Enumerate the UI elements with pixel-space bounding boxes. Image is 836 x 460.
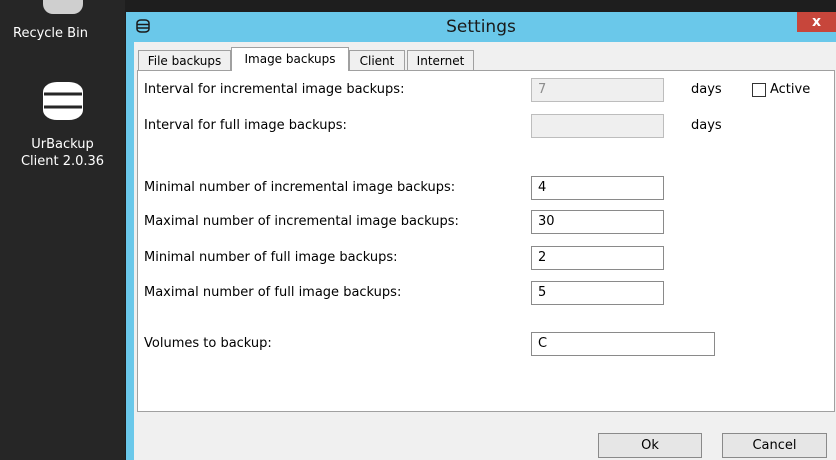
full-interval-field[interactable] [531,114,664,138]
image-backups-panel: Interval for incremental image backups: … [137,70,835,412]
min-full-label: Minimal number of full image backups: [144,250,398,265]
incr-interval-label: Interval for incremental image backups: [144,82,405,97]
incr-interval-field[interactable]: 7 [531,78,664,102]
close-button[interactable]: x [797,12,836,32]
ok-button[interactable]: Ok [598,433,702,458]
active-label: Active [770,82,811,97]
title-bar[interactable]: Settings x [126,12,836,42]
recycle-bin-label: Recycle Bin [13,26,88,41]
recycle-bin-icon [42,0,83,14]
min-incr-label: Minimal number of incremental image back… [144,180,456,195]
full-interval-unit: days [691,118,722,133]
urbackup-shortcut[interactable]: UrBackup Client 2.0.36 [0,78,125,169]
min-full-field[interactable]: 2 [531,246,664,270]
cancel-button[interactable]: Cancel [722,433,827,458]
volumes-field[interactable]: C [531,332,715,356]
active-checkbox[interactable] [752,83,766,97]
tab-file-backups[interactable]: File backups [138,50,231,70]
min-incr-field[interactable]: 4 [531,176,664,200]
max-incr-field[interactable]: 30 [531,210,664,234]
max-full-label: Maximal number of full image backups: [144,285,402,300]
tab-image-backups[interactable]: Image backups [231,47,349,71]
close-icon: x [811,14,822,30]
urbackup-label-line2: Client 2.0.36 [20,154,105,169]
max-incr-label: Maximal number of incremental image back… [144,214,459,229]
incr-interval-unit: days [691,82,722,97]
window-title: Settings [446,17,516,37]
max-full-field[interactable]: 5 [531,281,664,305]
window-client-area: File backups Image backups Client Intern… [134,42,836,460]
settings-window: Settings x File backups Image backups Cl… [126,12,836,460]
tab-internet[interactable]: Internet [407,50,474,70]
recycle-bin-shortcut[interactable]: Recycle Bin [0,0,125,41]
urbackup-label-line1: UrBackup [31,137,94,152]
tab-client[interactable]: Client [349,50,405,70]
database-icon [42,82,83,120]
volumes-label: Volumes to backup: [144,336,272,351]
urbackup-label: UrBackup Client 2.0.36 [0,136,125,170]
desktop: Recycle Bin UrBackup Client 2.0.36 [0,0,125,460]
full-interval-label: Interval for full image backups: [144,118,347,133]
